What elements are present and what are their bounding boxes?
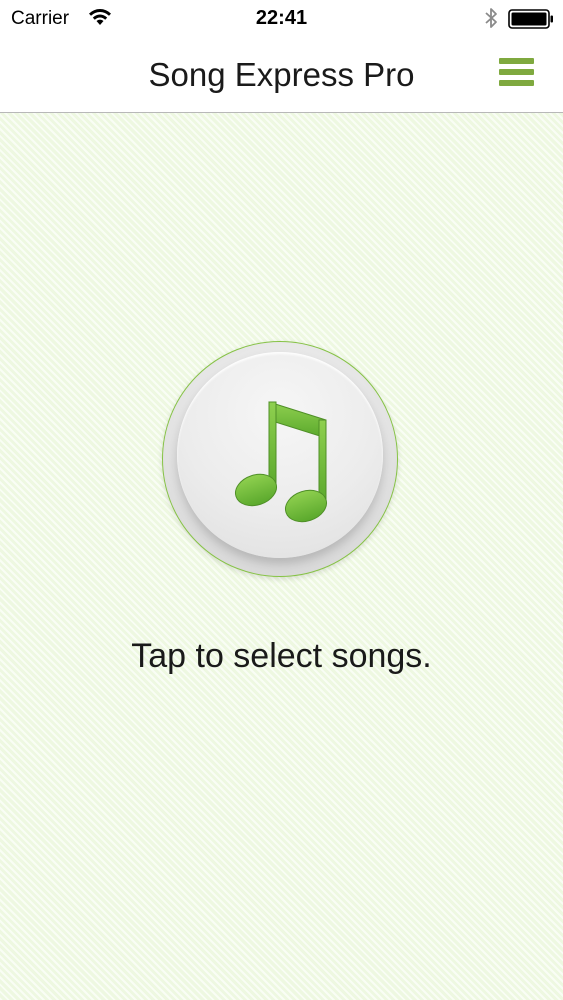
main-content: Tap to select songs. bbox=[0, 113, 563, 1000]
navigation-bar: Song Express Pro bbox=[0, 38, 563, 113]
clock: 22:41 bbox=[255, 7, 308, 29]
select-button-face bbox=[177, 352, 383, 558]
music-note-icon bbox=[234, 401, 328, 523]
battery-icon bbox=[508, 9, 553, 29]
status-bar: Carrier 22:41 bbox=[0, 0, 563, 38]
select-songs-button[interactable] bbox=[162, 341, 398, 577]
bluetooth-icon bbox=[485, 8, 497, 28]
menu-button[interactable] bbox=[494, 55, 538, 89]
page-title: Song Express Pro bbox=[148, 56, 415, 93]
app-screen: Carrier 22:41 Song Express Pro Tap to se… bbox=[0, 0, 563, 1000]
select-songs-prompt: Tap to select songs. bbox=[131, 637, 432, 675]
